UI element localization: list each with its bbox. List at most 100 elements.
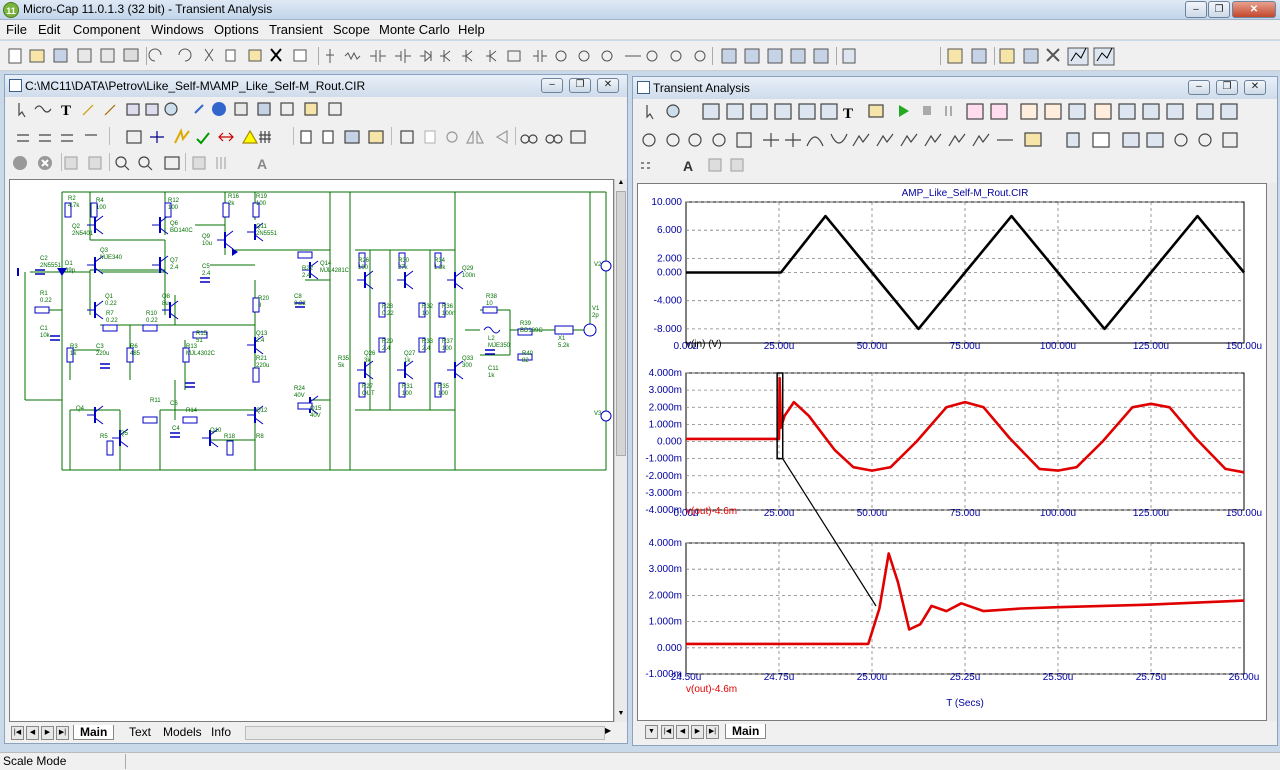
component-value: 0.22 [106, 318, 118, 324]
resistor-symbol [142, 324, 158, 332]
plot-tab-main[interactable]: Main [725, 724, 767, 739]
component-name: R10 [146, 311, 158, 317]
svg-text:T: T [61, 103, 71, 119]
component-name: R19 [256, 194, 268, 200]
schematic-canvas[interactable]: R2 R4 R12 R16 R19 Q2 Q6 Q9 Q11 C2 D1 Q3 Q7 C5 R22 Q14 R2… [9, 179, 614, 722]
y-tick-label: -3.000m [645, 488, 682, 499]
svg-text:A: A [257, 156, 267, 172]
menu-scope[interactable]: Scope [333, 22, 370, 37]
menu-transient[interactable]: Transient [269, 22, 323, 37]
y-tick-label: 4.000m [649, 368, 682, 379]
component-name: Q13 [256, 331, 268, 337]
y-tick-label: -1.000m [645, 669, 682, 680]
menu-windows[interactable]: Windows [151, 22, 204, 37]
plot-panel-1: 0.00u 25.00u 50.00u 75.00u 100.00u 125.00u 150… [651, 197, 1262, 352]
transistor-emitter [119, 440, 129, 448]
schematic-close-button[interactable]: ✕ [597, 78, 619, 93]
analysis-close-button[interactable]: ✕ [1244, 80, 1266, 95]
x-tick-label: 100.00u [1040, 341, 1076, 352]
scroll-up-icon[interactable]: ▲ [615, 179, 627, 191]
menu-options[interactable]: Options [214, 22, 259, 37]
analysis-maximize-button[interactable]: ❐ [1216, 80, 1238, 95]
tab-main[interactable]: Main [73, 725, 115, 740]
plot-panel-2: 0.00u 25.00u 50.00u 75.00u 100.00u 125.00u 150… [645, 368, 1262, 519]
component-value: 0.22 [294, 301, 306, 307]
transistor-emitter [94, 312, 104, 320]
analysis-toolbar-icons: T A [641, 103, 1238, 174]
nav-next-icon[interactable]: ▶ [41, 726, 54, 740]
tab-text[interactable]: Text [125, 725, 155, 739]
plot-nav-prev-icon[interactable]: ◀ [676, 725, 689, 739]
minimize-button[interactable]: – [1185, 1, 1207, 18]
plot-nav-menu-icon[interactable]: ▼ [645, 725, 658, 739]
nav-last-icon[interactable]: ▶| [56, 726, 69, 740]
component-value: 8 [258, 303, 262, 309]
schematic-minimize-button[interactable]: – [541, 78, 563, 93]
y-tick-label: -4.000 [654, 296, 683, 307]
plot-title: AMP_Like_Self-M_Rout.CIR [902, 188, 1029, 199]
menu-file[interactable]: File [6, 22, 27, 37]
component-value: OUT [362, 391, 375, 397]
close-button[interactable]: ✕ [1232, 1, 1276, 18]
analysis-minimize-button[interactable]: – [1188, 80, 1210, 95]
maximize-button[interactable]: ❐ [1208, 1, 1230, 18]
y-tick-label: 2.000 [657, 253, 682, 264]
y-axis-label: v(in) (V) [686, 339, 722, 350]
transistor-emitter [159, 267, 169, 275]
inductor-symbol [483, 326, 501, 334]
transistor-emitter [309, 272, 319, 280]
menu-help[interactable]: Help [458, 22, 485, 37]
component-value: 100 [402, 391, 413, 397]
component-name: Q2 [72, 224, 81, 230]
y-tick-label: -1.000m [645, 454, 682, 465]
component-name: Q27 [404, 351, 416, 357]
x-tick-label: 25.00u [764, 341, 795, 352]
component-value: 82 [522, 358, 529, 364]
component-value: 2.4 [170, 265, 179, 271]
component-name: R7 [106, 311, 114, 317]
transistor-symbol [152, 215, 169, 235]
schematic-vscroll-thumb[interactable] [616, 191, 626, 456]
plot-vscroll[interactable] [1267, 183, 1277, 721]
scroll-right-icon[interactable]: ▶ [605, 726, 611, 735]
component-value: 51 [196, 338, 203, 344]
component-value: 10 [422, 311, 429, 317]
schematic-toolbar-icons: T A [13, 102, 586, 172]
menu-component[interactable]: Component [73, 22, 140, 37]
circuit-diagram[interactable]: R2 R4 R12 R16 R19 Q2 Q6 Q9 Q11 C2 D1 Q3 Q7 C5 R22 Q14 R2… [10, 180, 613, 721]
schematic-maximize-button[interactable]: ❐ [569, 78, 591, 93]
component-name: R30 [398, 258, 410, 264]
component-value: MJE350 [488, 343, 511, 349]
y-tick-label: 4.000m [649, 538, 682, 549]
menu-monte-carlo[interactable]: Monte Carlo [379, 22, 450, 37]
component-name: V2 [594, 262, 602, 268]
plot-nav-last-icon[interactable]: ▶| [706, 725, 719, 739]
y-tick-label: 2.000m [649, 590, 682, 601]
plot-nav-first-icon[interactable]: |◀ [661, 725, 674, 739]
resistor-symbol [482, 306, 498, 314]
component-name: Q29 [462, 266, 474, 272]
component-value: 1k [70, 351, 77, 357]
component-value: 10u [202, 241, 212, 247]
component-name: R28 [382, 304, 394, 310]
plot-nav-next-icon[interactable]: ▶ [691, 725, 704, 739]
tab-models[interactable]: Models [159, 725, 206, 739]
x-tick-label: 150.00u [1226, 508, 1262, 519]
schematic-vscroll[interactable]: ▲ ▼ [614, 179, 627, 722]
nav-first-icon[interactable]: |◀ [11, 726, 24, 740]
transistor-collector [224, 230, 234, 238]
component-value: 3k [364, 358, 371, 364]
scroll-down-icon[interactable]: ▼ [615, 710, 627, 722]
component-name: R18 [224, 434, 236, 440]
y-tick-label: 0.000 [657, 437, 682, 448]
waveform-plot[interactable]: AMP_Like_Self-M_Rout.CIR 0.00u 25.00u 50.00… [638, 184, 1266, 720]
tab-info[interactable]: Info [207, 725, 235, 739]
component-name: R8 [256, 434, 264, 440]
menu-edit[interactable]: Edit [38, 22, 60, 37]
component-name: Q1 [105, 294, 114, 300]
nav-prev-icon[interactable]: ◀ [26, 726, 39, 740]
component-name: D1 [65, 261, 73, 267]
schematic-hscroll[interactable] [245, 726, 605, 740]
component-name: R26 [358, 258, 370, 264]
plot-canvas[interactable]: AMP_Like_Self-M_Rout.CIR 0.00u 25.00u 50.00… [637, 183, 1267, 721]
